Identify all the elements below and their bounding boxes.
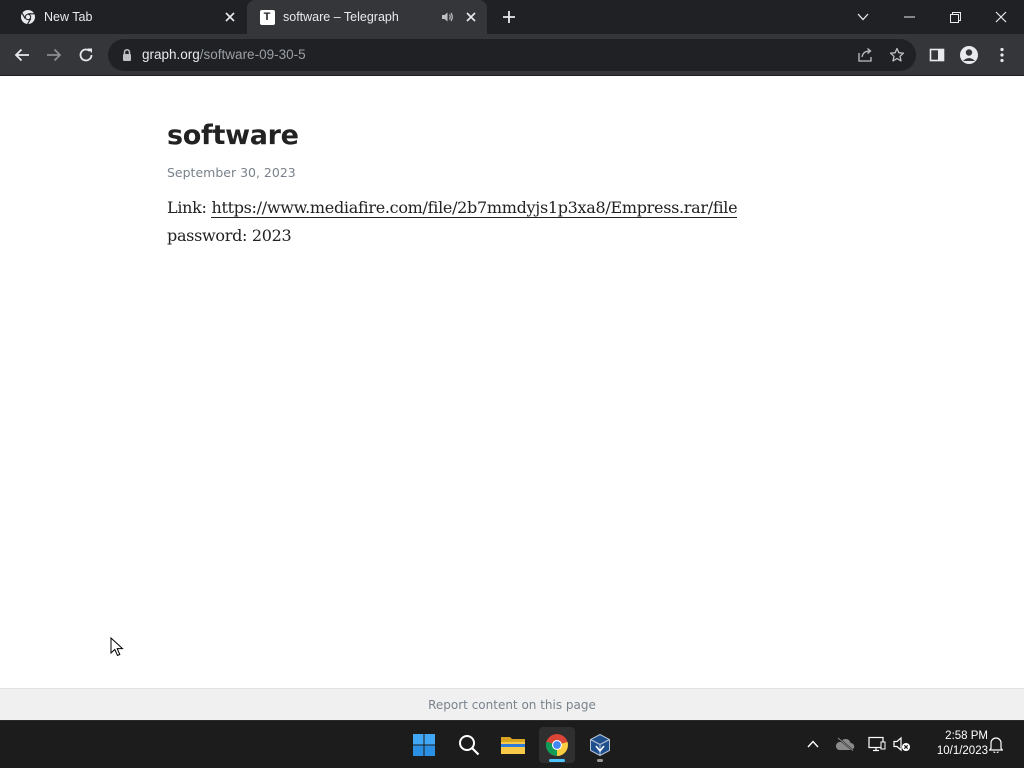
back-button[interactable] — [8, 41, 36, 69]
side-panel-icon — [929, 48, 945, 62]
notifications-button[interactable] — [985, 733, 1007, 755]
speaker-icon[interactable] — [437, 7, 457, 27]
restore-button[interactable] — [932, 0, 978, 34]
chevron-down-icon — [857, 13, 869, 21]
show-hidden-icons-button[interactable] — [802, 733, 824, 755]
browser-titlebar: New Tab T software – Telegraph — [0, 0, 1024, 34]
mouse-cursor-icon — [110, 637, 124, 657]
chrome-taskbar-button[interactable] — [539, 727, 575, 763]
taskbar: 2:58 PM 10/1/2023 — [0, 720, 1024, 768]
close-icon — [995, 11, 1007, 23]
cloud-offline-icon — [835, 737, 855, 751]
plus-icon — [503, 11, 515, 23]
side-panel-button[interactable] — [923, 41, 951, 69]
url-host: graph.org — [142, 47, 200, 62]
bell-icon — [988, 736, 1004, 753]
file-explorer-button[interactable] — [495, 727, 531, 763]
running-app-indicator — [597, 759, 603, 762]
report-bar: Report content on this page — [0, 688, 1024, 720]
virtualbox-button[interactable] — [582, 727, 618, 763]
close-window-button[interactable] — [978, 0, 1024, 34]
address-bar[interactable]: graph.org/software-09-30-5 — [108, 39, 916, 71]
search-icon — [459, 735, 480, 756]
chevron-up-icon — [807, 740, 819, 748]
reload-button[interactable] — [72, 41, 100, 69]
lock-icon[interactable] — [120, 48, 134, 62]
article-body: Link: https://www.mediafire.com/file/2b7… — [167, 194, 857, 250]
file-explorer-icon — [501, 737, 525, 754]
web-page: software September 30, 2023 Link: https:… — [0, 77, 1024, 688]
minimize-icon — [903, 16, 915, 18]
report-content-link[interactable]: Report content on this page — [428, 698, 596, 712]
profile-button[interactable] — [955, 41, 983, 69]
url-path: /software-09-30-5 — [199, 47, 306, 62]
close-tab-icon[interactable] — [461, 7, 481, 27]
tab-telegraph[interactable]: T software – Telegraph — [247, 0, 487, 34]
start-button[interactable] — [406, 727, 442, 763]
restore-icon — [949, 11, 961, 23]
url-text: graph.org/software-09-30-5 — [142, 47, 306, 62]
network-icon — [868, 736, 886, 752]
active-app-indicator — [549, 759, 565, 762]
telegraph-icon: T — [259, 9, 275, 25]
password-line: password: 2023 — [167, 226, 292, 245]
article-title: software — [167, 120, 299, 151]
clock-date: 10/1/2023 — [936, 745, 988, 757]
onedrive-tray[interactable] — [834, 733, 856, 755]
tab-search-button[interactable] — [840, 0, 886, 34]
volume-tray[interactable] — [891, 733, 913, 755]
browser-toolbar: graph.org/software-09-30-5 — [0, 34, 1024, 76]
taskbar-search-button[interactable] — [451, 727, 487, 763]
tab-new-tab[interactable]: New Tab — [8, 0, 246, 34]
article-date: September 30, 2023 — [167, 165, 296, 180]
close-tab-icon[interactable] — [220, 7, 240, 27]
volume-muted-icon — [893, 736, 910, 752]
menu-button[interactable] — [988, 41, 1016, 69]
new-tab-button[interactable] — [498, 6, 520, 28]
profile-avatar-icon — [960, 46, 978, 64]
clock-time: 2:58 PM — [945, 730, 988, 742]
chrome-icon — [20, 9, 36, 25]
chrome-icon — [545, 734, 568, 756]
share-icon[interactable] — [855, 45, 875, 65]
network-tray[interactable] — [866, 733, 888, 755]
bookmark-star-icon[interactable] — [887, 45, 907, 65]
link-label: Link: — [167, 198, 207, 217]
article: software September 30, 2023 Link: https:… — [167, 119, 857, 250]
tab-title: software – Telegraph — [283, 10, 399, 24]
tab-title: New Tab — [44, 10, 93, 24]
kebab-menu-icon — [1000, 47, 1004, 63]
link-line: Link: https://www.mediafire.com/file/2b7… — [167, 194, 857, 222]
virtualbox-icon — [590, 733, 610, 757]
windows-start-icon — [413, 734, 435, 756]
forward-button[interactable] — [40, 41, 68, 69]
download-link[interactable]: https://www.mediafire.com/file/2b7mmdyjs… — [211, 198, 738, 218]
minimize-button[interactable] — [886, 0, 932, 34]
reload-icon — [79, 48, 93, 62]
system-clock[interactable]: 2:58 PM 10/1/2023 — [918, 729, 988, 759]
arrow-left-icon — [14, 48, 29, 62]
arrow-right-icon — [47, 48, 62, 62]
